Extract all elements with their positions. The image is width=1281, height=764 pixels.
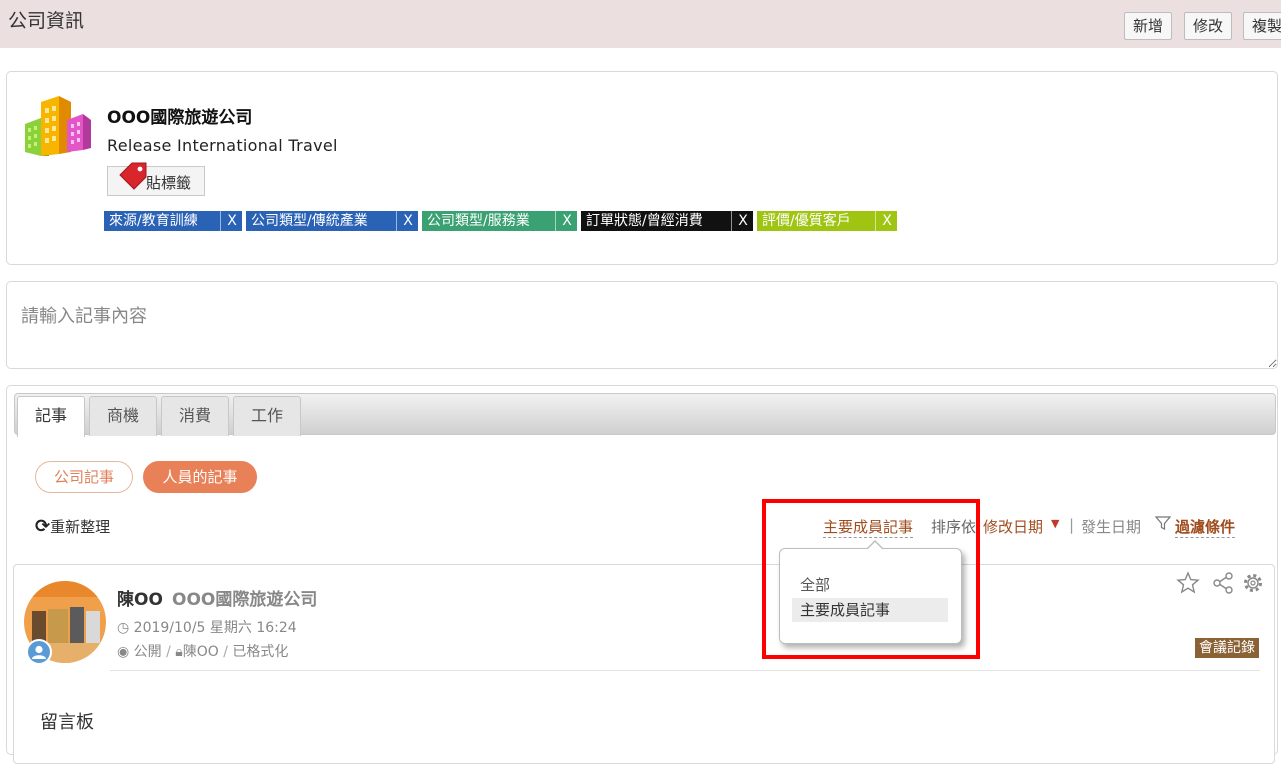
divider bbox=[110, 670, 1260, 671]
format-text: 已格式化 bbox=[232, 644, 289, 660]
tag-label: 公司類型/傳統產業 bbox=[251, 213, 368, 229]
post-meta: ◉ 公開 / 🔒︎陳OO / 已格式化 bbox=[117, 644, 289, 660]
tag-company-type-traditional: 公司類型/傳統產業 X bbox=[246, 211, 418, 231]
note-input-card bbox=[6, 281, 1278, 369]
category-badge: 會議記錄 bbox=[1195, 638, 1259, 658]
gear-icon[interactable] bbox=[1244, 574, 1262, 592]
sort-occurred-date[interactable]: 發生日期 bbox=[1081, 516, 1141, 537]
filter-icon[interactable] bbox=[1155, 515, 1171, 531]
tab-consumption[interactable]: 消費 bbox=[161, 396, 229, 436]
company-name: OOO國際旅遊公司 bbox=[107, 108, 253, 128]
tag-label: 公司類型/服務業 bbox=[427, 213, 530, 229]
visibility-text: 公開 bbox=[133, 644, 162, 660]
tab-notes[interactable]: 記事 bbox=[17, 396, 85, 437]
tag-company-type-service: 公司類型/服務業 X bbox=[422, 211, 577, 231]
tag-remove-button[interactable]: X bbox=[220, 211, 243, 231]
add-button[interactable]: 新增 bbox=[1124, 12, 1172, 40]
filter-conditions-link[interactable]: 過濾條件 bbox=[1175, 516, 1236, 538]
refresh-label: 重新整理 bbox=[50, 518, 111, 536]
lock-icon: 🔒︎ bbox=[175, 644, 183, 660]
post-author[interactable]: 陳OO bbox=[117, 585, 163, 610]
tag-remove-button[interactable]: X bbox=[875, 211, 898, 231]
star-icon[interactable] bbox=[1176, 571, 1200, 594]
edit-button[interactable]: 修改 bbox=[1184, 12, 1232, 40]
tab-bar: 記事 商機 消費 工作 bbox=[14, 393, 1276, 437]
tag-remove-button[interactable]: X bbox=[396, 211, 419, 231]
building-icon bbox=[25, 96, 91, 156]
message-board-label: 留言板 bbox=[40, 712, 94, 733]
add-tag-button[interactable]: 貼標籤 bbox=[107, 162, 205, 196]
page-title: 公司資訊 bbox=[8, 10, 85, 32]
people-notes-button[interactable]: 人員的記事 bbox=[143, 461, 257, 493]
company-english-name: Release International Travel bbox=[107, 136, 338, 155]
user-icon bbox=[26, 639, 52, 665]
refresh-icon: ⟳ bbox=[35, 516, 51, 537]
post-actions bbox=[1176, 571, 1262, 594]
note-content-input[interactable] bbox=[7, 282, 1277, 368]
post-datetime-text: 2019/10/5 星期六 16:24 bbox=[133, 620, 297, 636]
separator: | bbox=[1069, 516, 1075, 534]
note-post: 陳OO OOO國際旅遊公司 ◷ 2019/10/5 星期六 16:24 ◉ 公開… bbox=[13, 564, 1275, 764]
sort-modified-date[interactable]: 修改日期 bbox=[983, 516, 1043, 537]
company-notes-button[interactable]: 公司記事 bbox=[35, 461, 133, 493]
highlight-annotation bbox=[762, 499, 980, 659]
refresh-button[interactable]: ⟳重新整理 bbox=[35, 516, 110, 537]
eye-icon: ◉ bbox=[117, 644, 130, 660]
share-icon[interactable] bbox=[1213, 572, 1233, 594]
tag-remove-button[interactable]: X bbox=[731, 211, 754, 231]
company-card: OOO國際旅遊公司 Release International Travel 貼… bbox=[6, 71, 1278, 265]
copy-button[interactable]: 複製 bbox=[1243, 12, 1281, 40]
tag-label: 評價/優質客戶 bbox=[762, 213, 851, 229]
post-datetime: ◷ 2019/10/5 星期六 16:24 bbox=[117, 617, 297, 637]
caret-down-icon[interactable]: ▼ bbox=[1051, 517, 1059, 530]
post-company[interactable]: OOO國際旅遊公司 bbox=[172, 585, 317, 610]
add-tag-label: 貼標籤 bbox=[146, 174, 192, 192]
lock-owner-text: 陳OO bbox=[182, 644, 219, 660]
tab-opportunities[interactable]: 商機 bbox=[89, 396, 157, 436]
tag-label: 訂單狀態/曾經消費 bbox=[586, 213, 703, 229]
clock-icon: ◷ bbox=[117, 620, 130, 636]
tab-tasks[interactable]: 工作 bbox=[233, 396, 301, 436]
tag-remove-button[interactable]: X bbox=[555, 211, 578, 231]
price-tag-icon bbox=[119, 162, 147, 190]
tag-source-training: 來源/教育訓練 X bbox=[104, 211, 242, 231]
tag-rating: 評價/優質客戶 X bbox=[757, 211, 897, 231]
top-bar: 公司資訊 新增 修改 複製 bbox=[0, 0, 1281, 48]
notes-panel: 記事 商機 消費 工作 公司記事 人員的記事 ⟳重新整理 主要成員記事 排序依 … bbox=[6, 385, 1278, 764]
tag-order-status: 訂單狀態/曾經消費 X bbox=[581, 211, 753, 231]
tag-label: 來源/教育訓練 bbox=[109, 213, 198, 229]
